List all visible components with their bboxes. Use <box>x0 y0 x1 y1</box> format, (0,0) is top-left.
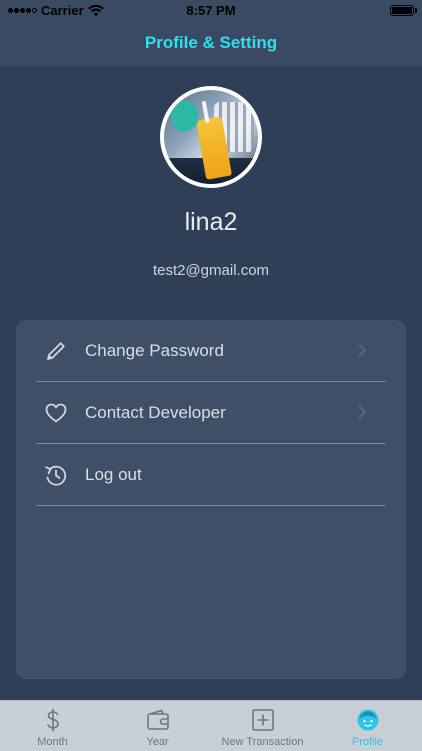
status-bar: Carrier 8:57 PM <box>0 0 422 22</box>
menu-item-contact-developer[interactable]: Contact Developer <box>36 382 386 444</box>
tab-year[interactable]: Year <box>105 701 210 751</box>
battery-icon <box>390 5 417 16</box>
tab-month[interactable]: Month <box>0 701 105 751</box>
menu-item-label: Change Password <box>85 341 224 360</box>
wallet-icon <box>147 709 169 730</box>
settings-card: Change Password Contact Developer Log ou… <box>16 320 406 679</box>
page-title: Profile & Setting <box>144 33 278 52</box>
chevron-right-icon <box>358 405 367 419</box>
nav-bar: Profile & Setting <box>0 22 422 67</box>
avatar-photo <box>164 90 258 184</box>
pencil-icon <box>47 342 65 360</box>
avatar[interactable] <box>160 86 262 188</box>
menu-item-change-password[interactable]: Change Password <box>36 320 386 382</box>
tab-bar: Month Year New Transaction Profile <box>0 700 422 751</box>
tab-label: Profile <box>351 736 384 748</box>
tab-profile[interactable]: Profile <box>315 701 420 751</box>
logout-icon <box>45 465 67 486</box>
face-icon <box>357 709 379 731</box>
heart-icon <box>45 403 67 423</box>
menu-item-label: Log out <box>85 465 142 484</box>
tab-new-transaction[interactable]: New Transaction <box>210 701 315 751</box>
tab-label: Month <box>37 736 68 748</box>
menu-item-label: Contact Developer <box>85 403 226 422</box>
dollar-icon <box>47 708 59 732</box>
tab-label: New Transaction <box>221 736 304 748</box>
chevron-right-icon <box>358 343 367 357</box>
status-time: 8:57 PM <box>186 3 236 18</box>
user-email: test2@gmail.com <box>152 262 270 279</box>
tab-label: Year <box>146 736 169 748</box>
username: lina2 <box>184 208 238 236</box>
menu-item-log-out[interactable]: Log out <box>36 444 386 506</box>
add-square-icon <box>252 709 274 731</box>
